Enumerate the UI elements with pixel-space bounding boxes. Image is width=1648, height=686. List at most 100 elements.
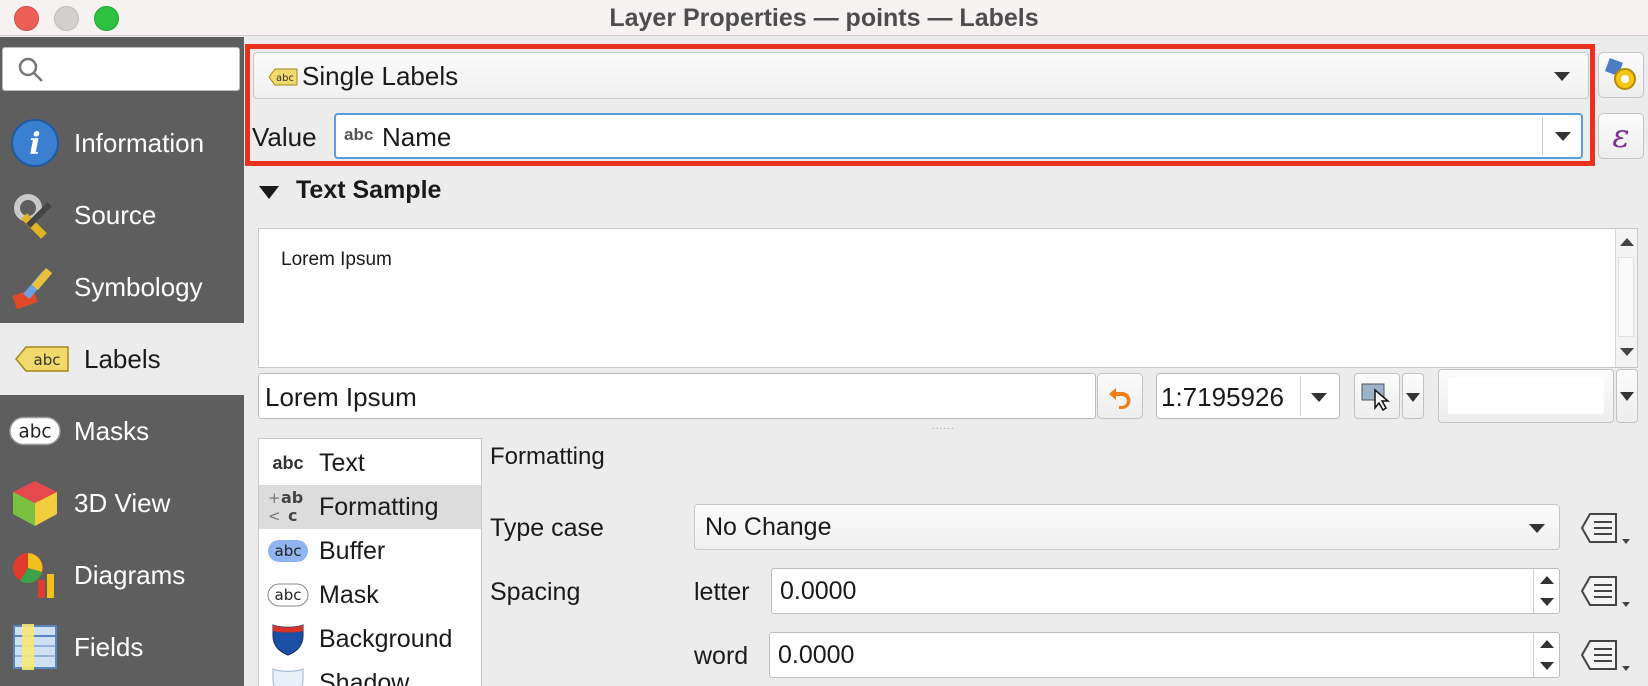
list-item-background[interactable]: Background: [259, 617, 481, 661]
wrench-screwdriver-icon: [8, 188, 62, 242]
value-label: Value: [252, 122, 317, 152]
list-item-buffer[interactable]: abc Buffer: [259, 529, 481, 573]
fields-table-icon: [8, 620, 62, 674]
chevron-down-icon[interactable]: [1555, 132, 1571, 141]
shadow-icon: [267, 666, 309, 686]
list-item-mask[interactable]: abc Mask: [259, 573, 481, 617]
sidebar-item-label: Information: [74, 127, 205, 158]
expression-button[interactable]: ε: [1598, 113, 1644, 159]
sidebar-item-label: Masks: [74, 415, 150, 446]
scrollbar-thumb[interactable]: [1618, 257, 1634, 337]
sidebar: i Information Source Symbology abc Label…: [0, 37, 244, 686]
set-scale-from-map-button[interactable]: [1354, 373, 1400, 419]
sidebar-item-symbology[interactable]: Symbology: [0, 251, 244, 323]
data-defined-icon: [1580, 513, 1630, 544]
letter-spacing-stepper[interactable]: [1533, 569, 1559, 613]
word-spacing-value: 0.0000: [778, 641, 855, 669]
search-field[interactable]: [2, 47, 240, 91]
word-spacing-spinbox[interactable]: 0.0000: [769, 632, 1560, 678]
list-item-formatting[interactable]: + ab < c Formatting: [259, 485, 481, 529]
preview-background-color-button[interactable]: [1438, 369, 1614, 423]
text-icon: abc: [272, 452, 304, 473]
data-defined-override-button[interactable]: [1576, 508, 1636, 548]
increment-arrow-icon[interactable]: [1539, 576, 1554, 584]
sidebar-item-labels[interactable]: abc Labels: [0, 323, 244, 395]
chevron-down-icon: [1554, 72, 1570, 81]
shield-icon: [267, 622, 309, 656]
sidebar-item-label: Diagrams: [74, 559, 186, 590]
data-defined-icon: [1580, 640, 1630, 671]
svg-text:c: c: [288, 506, 297, 525]
sidebar-item-label: 3D View: [74, 487, 171, 518]
sidebar-item-masks[interactable]: abc Masks: [0, 395, 244, 467]
formatting-heading: Formatting: [490, 443, 605, 470]
scale-options-dropdown[interactable]: [1402, 373, 1424, 419]
value-field-combobox[interactable]: abc Name: [334, 113, 1583, 159]
scroll-up-icon[interactable]: [1620, 237, 1634, 247]
color-options-dropdown[interactable]: [1616, 369, 1638, 423]
chevron-down-icon: [1406, 393, 1420, 402]
reset-sample-button[interactable]: [1097, 373, 1143, 419]
sidebar-item-source[interactable]: Source: [0, 179, 244, 251]
increment-arrow-icon[interactable]: [1539, 640, 1554, 648]
letter-spacing-spinbox[interactable]: 0.0000: [771, 568, 1560, 614]
list-item-label: Formatting: [319, 492, 439, 521]
search-icon: [18, 57, 43, 82]
combobox-divider: [1300, 376, 1301, 416]
type-case-dropdown[interactable]: No Change: [694, 504, 1560, 550]
scroll-down-icon[interactable]: [1620, 347, 1634, 357]
svg-text:abc: abc: [34, 351, 61, 369]
sample-text-input[interactable]: Lorem Ipsum: [258, 373, 1096, 419]
sidebar-item-3d-view[interactable]: 3D View: [0, 467, 244, 539]
mask-icon: abc: [8, 404, 62, 458]
label-settings-sections-list: abc Text + ab < c Formatting abc Buffer abc…: [258, 438, 482, 686]
diagram-icon: [8, 548, 62, 602]
color-swatch: [1448, 378, 1604, 414]
preview-scale-combobox[interactable]: 1:7195926: [1156, 373, 1340, 419]
label-tag-icon: abc: [12, 332, 72, 386]
list-item-label: Mask: [319, 580, 379, 609]
window-title: Layer Properties — points — Labels: [609, 4, 1039, 32]
chevron-down-icon[interactable]: [1311, 393, 1327, 402]
type-case-value: No Change: [705, 513, 832, 541]
word-spacing-stepper[interactable]: [1533, 633, 1559, 677]
collapse-triangle-icon[interactable]: [258, 184, 280, 200]
decrement-arrow-icon[interactable]: [1539, 598, 1554, 606]
chevron-down-icon: [1620, 392, 1634, 401]
data-defined-override-button[interactable]: [1576, 571, 1636, 611]
labeling-mode-dropdown[interactable]: abc Single Labels: [253, 52, 1589, 99]
layer-properties-window: Layer Properties — points — Labels i Inf…: [0, 0, 1648, 686]
letter-spacing-label: letter: [694, 578, 750, 606]
list-item-label: Buffer: [319, 536, 386, 565]
map-cursor-icon: [1361, 383, 1391, 411]
information-icon: i: [8, 116, 62, 170]
type-case-label: Type case: [490, 514, 604, 542]
svg-text:<: <: [268, 507, 281, 525]
sidebar-item-label: Symbology: [74, 271, 203, 302]
value-field-text: Name: [382, 122, 452, 152]
spacing-label: Spacing: [490, 578, 581, 606]
list-item-label: Text: [319, 448, 365, 477]
svg-text:abc: abc: [275, 542, 302, 560]
sidebar-item-information[interactable]: i Information: [0, 107, 244, 179]
data-defined-override-button[interactable]: [1576, 635, 1636, 675]
rule-settings-button[interactable]: [1598, 52, 1644, 98]
splitter-handle[interactable]: ......: [932, 421, 955, 432]
decrement-arrow-icon[interactable]: [1539, 662, 1554, 670]
buffer-icon: abc: [267, 538, 309, 564]
single-labels-icon: abc: [268, 67, 298, 92]
letter-spacing-value: 0.0000: [780, 577, 857, 605]
sidebar-item-diagrams[interactable]: Diagrams: [0, 539, 244, 611]
list-item-shadow[interactable]: Shadow: [259, 661, 481, 686]
sidebar-item-label: Fields: [74, 631, 144, 662]
data-defined-icon: [1580, 576, 1630, 607]
svg-text:ab: ab: [281, 489, 303, 507]
chevron-down-icon: [1529, 524, 1545, 533]
sidebar-item-fields[interactable]: Fields: [0, 611, 244, 683]
list-item-text[interactable]: abc Text: [259, 441, 481, 485]
preview-scrollbar[interactable]: [1615, 229, 1637, 367]
undo-arrow-icon: [1109, 388, 1131, 409]
paintbrush-icon: [8, 260, 62, 314]
string-type-icon: abc: [344, 125, 374, 144]
text-sample-header[interactable]: Text Sample: [296, 176, 441, 205]
